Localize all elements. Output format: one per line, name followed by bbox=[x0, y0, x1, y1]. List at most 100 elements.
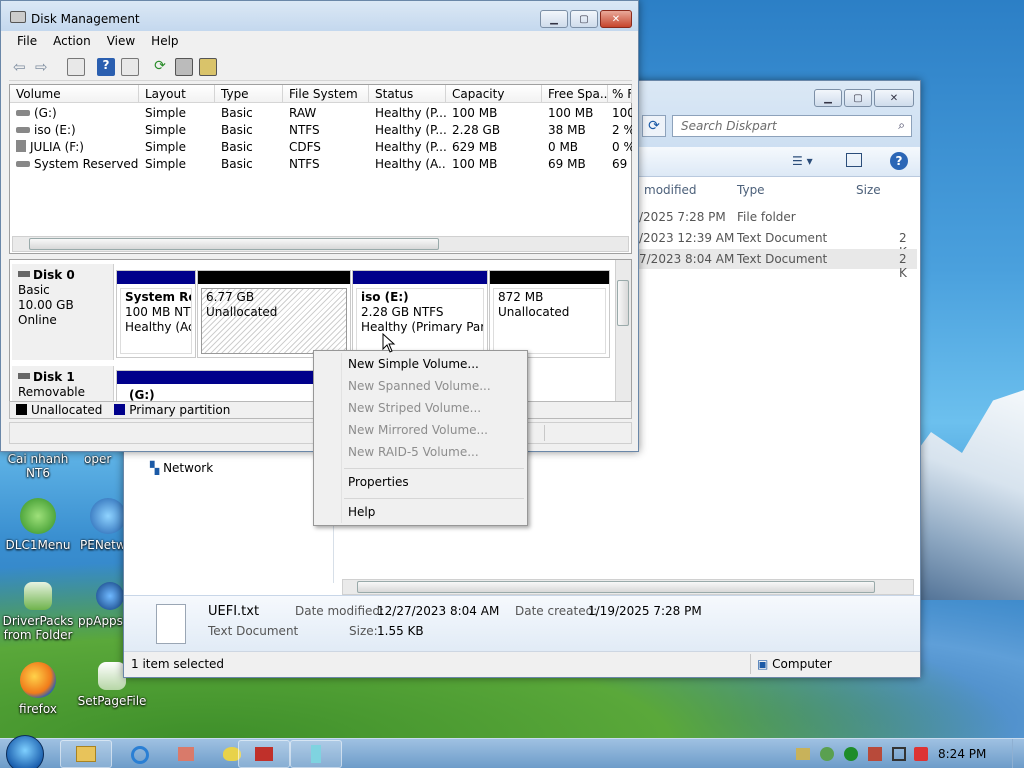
disk1-label[interactable]: Disk 1 Removable bbox=[12, 366, 114, 401]
taskbar-app-button[interactable] bbox=[160, 740, 212, 768]
desktop-icon-label: firefox bbox=[19, 702, 57, 716]
column-size[interactable]: Size bbox=[856, 183, 881, 197]
drive-icon bbox=[16, 127, 30, 133]
volume-free: 0 MB bbox=[548, 140, 579, 154]
partition-unallocated-1[interactable]: 6.77 GB Unallocated bbox=[197, 270, 351, 358]
volume-row[interactable]: System Reserved (... bbox=[10, 156, 139, 173]
unallocated-swatch bbox=[16, 404, 27, 415]
disk0-size: 10.00 GB bbox=[18, 298, 74, 312]
maximize-button[interactable]: ▢ bbox=[570, 10, 598, 28]
refresh-icon[interactable]: ⟳ bbox=[642, 115, 666, 137]
volume-pct: 0 % bbox=[612, 140, 632, 154]
menu-item-help[interactable]: Help bbox=[316, 502, 525, 524]
view-options-icon[interactable]: ☰ ▾ bbox=[792, 154, 822, 168]
primary-swatch bbox=[114, 404, 126, 415]
tray-tool-icon[interactable] bbox=[868, 747, 882, 761]
folder-icon bbox=[76, 746, 96, 762]
taskbar-app-button[interactable] bbox=[290, 740, 342, 768]
menu-item-new-simple-volume[interactable]: New Simple Volume... bbox=[316, 354, 525, 376]
scrollbar-thumb[interactable] bbox=[29, 238, 439, 250]
start-button[interactable] bbox=[6, 735, 44, 768]
file-row[interactable]: /2025 7:28 PM File folder bbox=[637, 207, 917, 227]
partition-unallocated-2[interactable]: 872 MB Unallocated bbox=[489, 270, 610, 358]
horizontal-scrollbar[interactable] bbox=[342, 579, 914, 595]
tray-sync-icon[interactable] bbox=[820, 747, 834, 761]
details-view-icon[interactable] bbox=[121, 58, 139, 76]
menu-item-properties[interactable]: Properties bbox=[316, 472, 525, 494]
volume-pct: 2 % bbox=[612, 123, 632, 137]
maximize-button[interactable]: ▢ bbox=[844, 89, 872, 107]
desktop-icon-dlc1menu[interactable]: DLC1Menu bbox=[0, 498, 76, 552]
preview-pane-icon[interactable] bbox=[846, 153, 862, 167]
desktop-icon-ppapps[interactable]: ppApps bbox=[78, 582, 124, 628]
desktop-icon-oper[interactable]: oper bbox=[84, 452, 124, 466]
minimize-button[interactable]: ▁ bbox=[814, 89, 842, 107]
column-file-system[interactable]: File System bbox=[283, 85, 369, 103]
ppapps-icon bbox=[96, 582, 124, 610]
volume-list-scrollbar[interactable] bbox=[12, 236, 629, 252]
desktop-icon-label: PENetw bbox=[80, 538, 124, 552]
partition-system-reserved[interactable]: System Res 100 MB NTF Healthy (Act bbox=[116, 270, 196, 358]
taskbar-clock[interactable]: 8:24 PM bbox=[938, 747, 986, 761]
help-icon[interactable]: ? bbox=[890, 152, 908, 170]
column-type[interactable]: Type bbox=[737, 183, 765, 197]
tray-play-icon[interactable] bbox=[844, 747, 858, 761]
column-percent-free[interactable]: % F bbox=[608, 85, 632, 103]
forward-arrow-icon[interactable]: ⇨ bbox=[35, 58, 53, 76]
volume-row[interactable]: (G:) bbox=[10, 105, 139, 122]
taskbar-explorer-button[interactable] bbox=[60, 740, 112, 768]
partition-status: Unallocated bbox=[498, 305, 570, 319]
menu-action[interactable]: Action bbox=[45, 31, 99, 51]
close-button[interactable]: ✕ bbox=[874, 89, 914, 107]
scrollbar-thumb[interactable] bbox=[617, 280, 629, 326]
tray-network-icon[interactable] bbox=[892, 747, 906, 761]
column-capacity[interactable]: Capacity bbox=[446, 85, 542, 103]
disk0-state: Online bbox=[18, 313, 57, 327]
help-book-icon[interactable]: ? bbox=[97, 58, 115, 76]
menu-file[interactable]: File bbox=[9, 31, 45, 51]
search-input[interactable]: Search Diskpart ⌕ bbox=[672, 115, 912, 137]
tray-drive-icon[interactable] bbox=[796, 748, 810, 760]
column-layout[interactable]: Layout bbox=[139, 85, 215, 103]
disk1-kind: Removable bbox=[18, 385, 86, 399]
dm-titlebar[interactable]: Disk Management ▁ ▢ ✕ bbox=[1, 1, 638, 31]
desktop-icon-driverpacks[interactable]: DriverPacks from Folder bbox=[0, 582, 76, 642]
column-free-space[interactable]: Free Spa... bbox=[542, 85, 608, 103]
close-button[interactable]: ✕ bbox=[600, 10, 632, 28]
scrollbar-thumb[interactable] bbox=[357, 581, 875, 593]
column-type[interactable]: Type bbox=[215, 85, 283, 103]
volume-row[interactable]: iso (E:) bbox=[10, 122, 139, 139]
menu-help[interactable]: Help bbox=[143, 31, 186, 51]
partition-iso-e[interactable]: iso (E:) 2.28 GB NTFS Healthy (Primary P… bbox=[352, 270, 488, 358]
desktop-icon-penetw[interactable]: PENetw bbox=[80, 498, 124, 552]
taskbar-disk-management-button[interactable] bbox=[238, 740, 290, 768]
partition-g[interactable]: (G:) bbox=[116, 370, 316, 401]
volume-row[interactable]: JULIA (F:) bbox=[10, 139, 139, 156]
console-tree-icon[interactable] bbox=[67, 58, 85, 76]
partition-status: Healthy (Act bbox=[125, 320, 192, 334]
desktop-icon-label: Cai nhanh NT6 bbox=[7, 452, 69, 480]
disk-icon bbox=[18, 373, 30, 379]
refresh-icon[interactable]: ⟳ bbox=[151, 58, 169, 76]
settings-icon[interactable] bbox=[199, 58, 217, 76]
vertical-scrollbar[interactable] bbox=[615, 260, 631, 401]
disk0-label[interactable]: Disk 0 Basic 10.00 GB Online bbox=[12, 264, 114, 360]
column-volume[interactable]: Volume bbox=[10, 85, 139, 103]
nav-item-network[interactable]: ▚ Network bbox=[150, 461, 213, 475]
file-row-selected[interactable]: 7/2023 8:04 AM Text Document 2 K bbox=[637, 249, 917, 280]
column-status[interactable]: Status bbox=[369, 85, 446, 103]
taskbar-ie-button[interactable] bbox=[114, 740, 166, 768]
minimize-button[interactable]: ▁ bbox=[540, 10, 568, 28]
column-modified[interactable]: modified bbox=[644, 183, 697, 197]
properties-icon[interactable] bbox=[175, 58, 193, 76]
primary-partition-bar bbox=[353, 271, 487, 284]
menu-view[interactable]: View bbox=[99, 31, 143, 51]
file-row[interactable]: /2023 12:39 AM Text Document 2 K bbox=[637, 228, 917, 259]
status-selected: 1 item selected bbox=[131, 657, 225, 671]
back-arrow-icon[interactable]: ⇦ bbox=[13, 58, 31, 76]
show-desktop-button[interactable] bbox=[1012, 739, 1024, 768]
desktop-icon-firefox[interactable]: firefox bbox=[0, 662, 76, 716]
desktop-icon-cai-nhanh[interactable]: Cai nhanh NT6 bbox=[0, 452, 76, 480]
partition-size: 100 MB NTF bbox=[125, 305, 192, 319]
tray-volume-muted-icon[interactable] bbox=[914, 747, 928, 761]
